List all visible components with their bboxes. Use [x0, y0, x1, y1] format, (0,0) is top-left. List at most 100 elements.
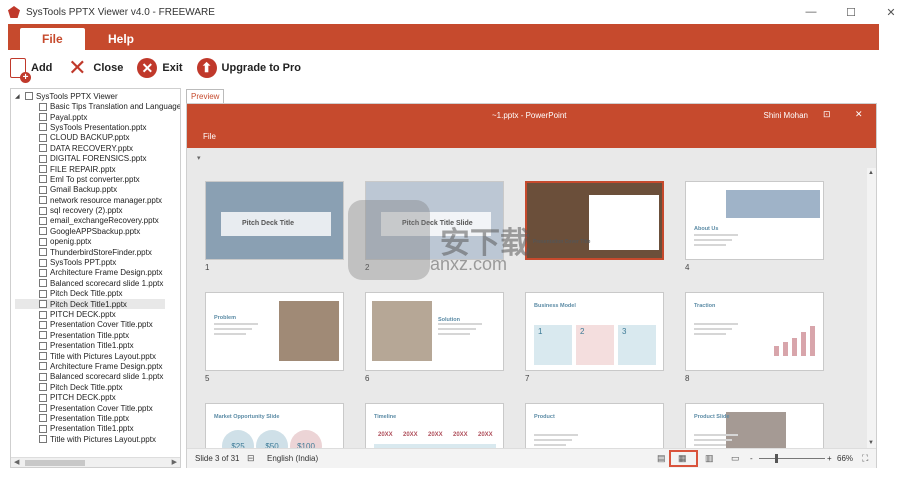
slide-thumbnail[interactable]: Solution: [365, 292, 504, 371]
tree-item[interactable]: Pitch Deck Title.pptx: [15, 382, 180, 392]
close-preview-icon[interactable]: ✕: [855, 109, 863, 120]
slide-thumbnail[interactable]: Problem: [205, 292, 344, 371]
tree-item[interactable]: DATA RECOVERY.pptx: [15, 143, 180, 153]
root-checkbox[interactable]: [25, 92, 33, 101]
ribbon-display-icon[interactable]: ⊡: [823, 109, 831, 120]
slide-thumbnail[interactable]: Traction: [685, 292, 824, 371]
scroll-down-icon[interactable]: ▼: [868, 440, 874, 446]
tree-item-checkbox[interactable]: [39, 393, 47, 402]
tree-item-checkbox[interactable]: [39, 310, 47, 319]
slide-thumbnail[interactable]: $25 $50 $100 Market Opportunity Slide: [205, 403, 344, 448]
add-button[interactable]: Add: [10, 58, 52, 83]
tree-item[interactable]: Presentation Cover Title.pptx: [15, 320, 180, 330]
normal-view-icon[interactable]: ▤: [657, 453, 666, 464]
tree-item-checkbox[interactable]: [39, 102, 47, 111]
tree-item-checkbox[interactable]: [39, 248, 47, 257]
slide-thumbnail[interactable]: Product Slide: [685, 403, 824, 448]
zoom-slider-thumb[interactable]: [775, 454, 778, 463]
tree-item[interactable]: DIGITAL FORENSICS.pptx: [15, 153, 180, 163]
tree-item-checkbox[interactable]: [39, 196, 47, 205]
slide-thumbnail[interactable]: Product: [525, 403, 664, 448]
tree-item-checkbox[interactable]: [39, 372, 47, 381]
zoom-slider[interactable]: [759, 458, 825, 459]
tab-help[interactable]: Help: [86, 28, 156, 50]
tree-item[interactable]: GoogleAPPSbackup.pptx: [15, 226, 180, 236]
maximize-button[interactable]: ☐: [831, 0, 871, 24]
upgrade-button[interactable]: ⬆ Upgrade to Pro: [196, 58, 301, 78]
scrollbar-thumb[interactable]: [25, 460, 85, 466]
tree-item[interactable]: Architecture Frame Design.pptx: [15, 361, 180, 371]
minimize-button[interactable]: —: [791, 0, 831, 24]
language-label[interactable]: English (India): [267, 454, 318, 463]
tree-item[interactable]: sql recovery (2).pptx: [15, 205, 180, 215]
tree-item[interactable]: Title with Pictures Layout.pptx: [15, 434, 180, 444]
tree-item[interactable]: Balanced scorecard slide 1.pptx: [15, 372, 180, 382]
slide-thumbnail[interactable]: 20XX 20XX 20XX 20XX 20XX Timeline: [365, 403, 504, 448]
tree-item[interactable]: Gmail Backup.pptx: [15, 185, 180, 195]
tree-item[interactable]: Architecture Frame Design.pptx: [15, 268, 180, 278]
tree-item-checkbox[interactable]: [39, 352, 47, 361]
slide-thumbnail[interactable]: About Us: [685, 181, 824, 260]
scroll-left-icon[interactable]: ◀: [14, 458, 19, 466]
tree-item[interactable]: CLOUD BACKUP.pptx: [15, 133, 180, 143]
tree-item[interactable]: Basic Tips Translation and Language C: [15, 102, 180, 112]
tab-preview[interactable]: Preview: [186, 89, 225, 103]
fit-to-window-icon[interactable]: ⛶: [862, 453, 868, 464]
collapse-caret-icon[interactable]: ◢: [15, 93, 25, 100]
tree-item-checkbox[interactable]: [39, 300, 47, 309]
slide-thumbnail[interactable]: 1 2 3 Business Model: [525, 292, 664, 371]
tree-item-checkbox[interactable]: [39, 227, 47, 236]
tree-item-checkbox[interactable]: [39, 435, 47, 444]
tree-item[interactable]: Presentation Title1.pptx: [15, 340, 180, 350]
horizontal-scrollbar[interactable]: ◀ ▶: [11, 457, 180, 467]
slide-thumbnail[interactable]: Presentation Cover Title: [525, 181, 664, 260]
tree-item-checkbox[interactable]: [39, 154, 47, 163]
tree-item-checkbox[interactable]: [39, 113, 47, 122]
slideshow-icon[interactable]: ▭: [731, 453, 740, 464]
zoom-in-button[interactable]: +: [827, 454, 832, 463]
tree-item-checkbox[interactable]: [39, 123, 47, 132]
scroll-right-icon[interactable]: ▶: [172, 458, 177, 466]
tree-root[interactable]: ◢ SysTools PPTX Viewer: [15, 91, 180, 102]
zoom-level[interactable]: 66%: [837, 454, 853, 463]
tree-item-checkbox[interactable]: [39, 258, 47, 267]
tree-item[interactable]: Presentation Title1.pptx: [15, 424, 180, 434]
tree-item[interactable]: Balanced scorecard slide 1.pptx: [15, 278, 180, 288]
tree-item-checkbox[interactable]: [39, 424, 47, 433]
tree-item-checkbox[interactable]: [39, 206, 47, 215]
spell-check-icon[interactable]: ⊟: [247, 453, 255, 464]
tree-item[interactable]: network resource manager.pptx: [15, 195, 180, 205]
pp-file-menu[interactable]: File: [203, 132, 216, 141]
close-window-button[interactable]: ✕: [871, 0, 911, 24]
tree-item-checkbox[interactable]: [39, 185, 47, 194]
zoom-out-button[interactable]: -: [750, 454, 753, 463]
tree-item[interactable]: Pitch Deck Title1.pptx: [15, 298, 165, 310]
tree-item[interactable]: openig.pptx: [15, 237, 180, 247]
tree-item-checkbox[interactable]: [39, 362, 47, 371]
exit-button[interactable]: ✕ Exit: [137, 58, 183, 78]
tree-item[interactable]: FILE REPAIR.pptx: [15, 164, 180, 174]
tree-item[interactable]: Payal.pptx: [15, 112, 180, 122]
tree-item[interactable]: email_exchangeRecovery.pptx: [15, 216, 180, 226]
tree-item[interactable]: Eml To pst converter.pptx: [15, 174, 180, 184]
tree-item-checkbox[interactable]: [39, 133, 47, 142]
tree-item-checkbox[interactable]: [39, 414, 47, 423]
tree-item-checkbox[interactable]: [39, 165, 47, 174]
tree-item-checkbox[interactable]: [39, 279, 47, 288]
tree-item[interactable]: Presentation Title.pptx: [15, 413, 180, 423]
tree-item[interactable]: SysTools PPT.pptx: [15, 257, 180, 267]
tree-item-checkbox[interactable]: [39, 404, 47, 413]
vertical-scrollbar[interactable]: ▲ ▼: [867, 168, 876, 448]
collapse-ribbon-icon[interactable]: ▾: [197, 154, 201, 162]
tree-item-checkbox[interactable]: [39, 320, 47, 329]
tree-item-checkbox[interactable]: [39, 268, 47, 277]
tree-item-checkbox[interactable]: [39, 216, 47, 225]
close-button[interactable]: ✕ Close: [66, 57, 123, 79]
scroll-up-icon[interactable]: ▲: [868, 170, 874, 176]
tab-file[interactable]: File: [20, 28, 85, 50]
tree-item-checkbox[interactable]: [39, 237, 47, 246]
tree-item[interactable]: PITCH DECK.pptx: [15, 309, 180, 319]
tree-item-checkbox[interactable]: [39, 341, 47, 350]
tree-item-checkbox[interactable]: [39, 383, 47, 392]
tree-item-checkbox[interactable]: [39, 175, 47, 184]
